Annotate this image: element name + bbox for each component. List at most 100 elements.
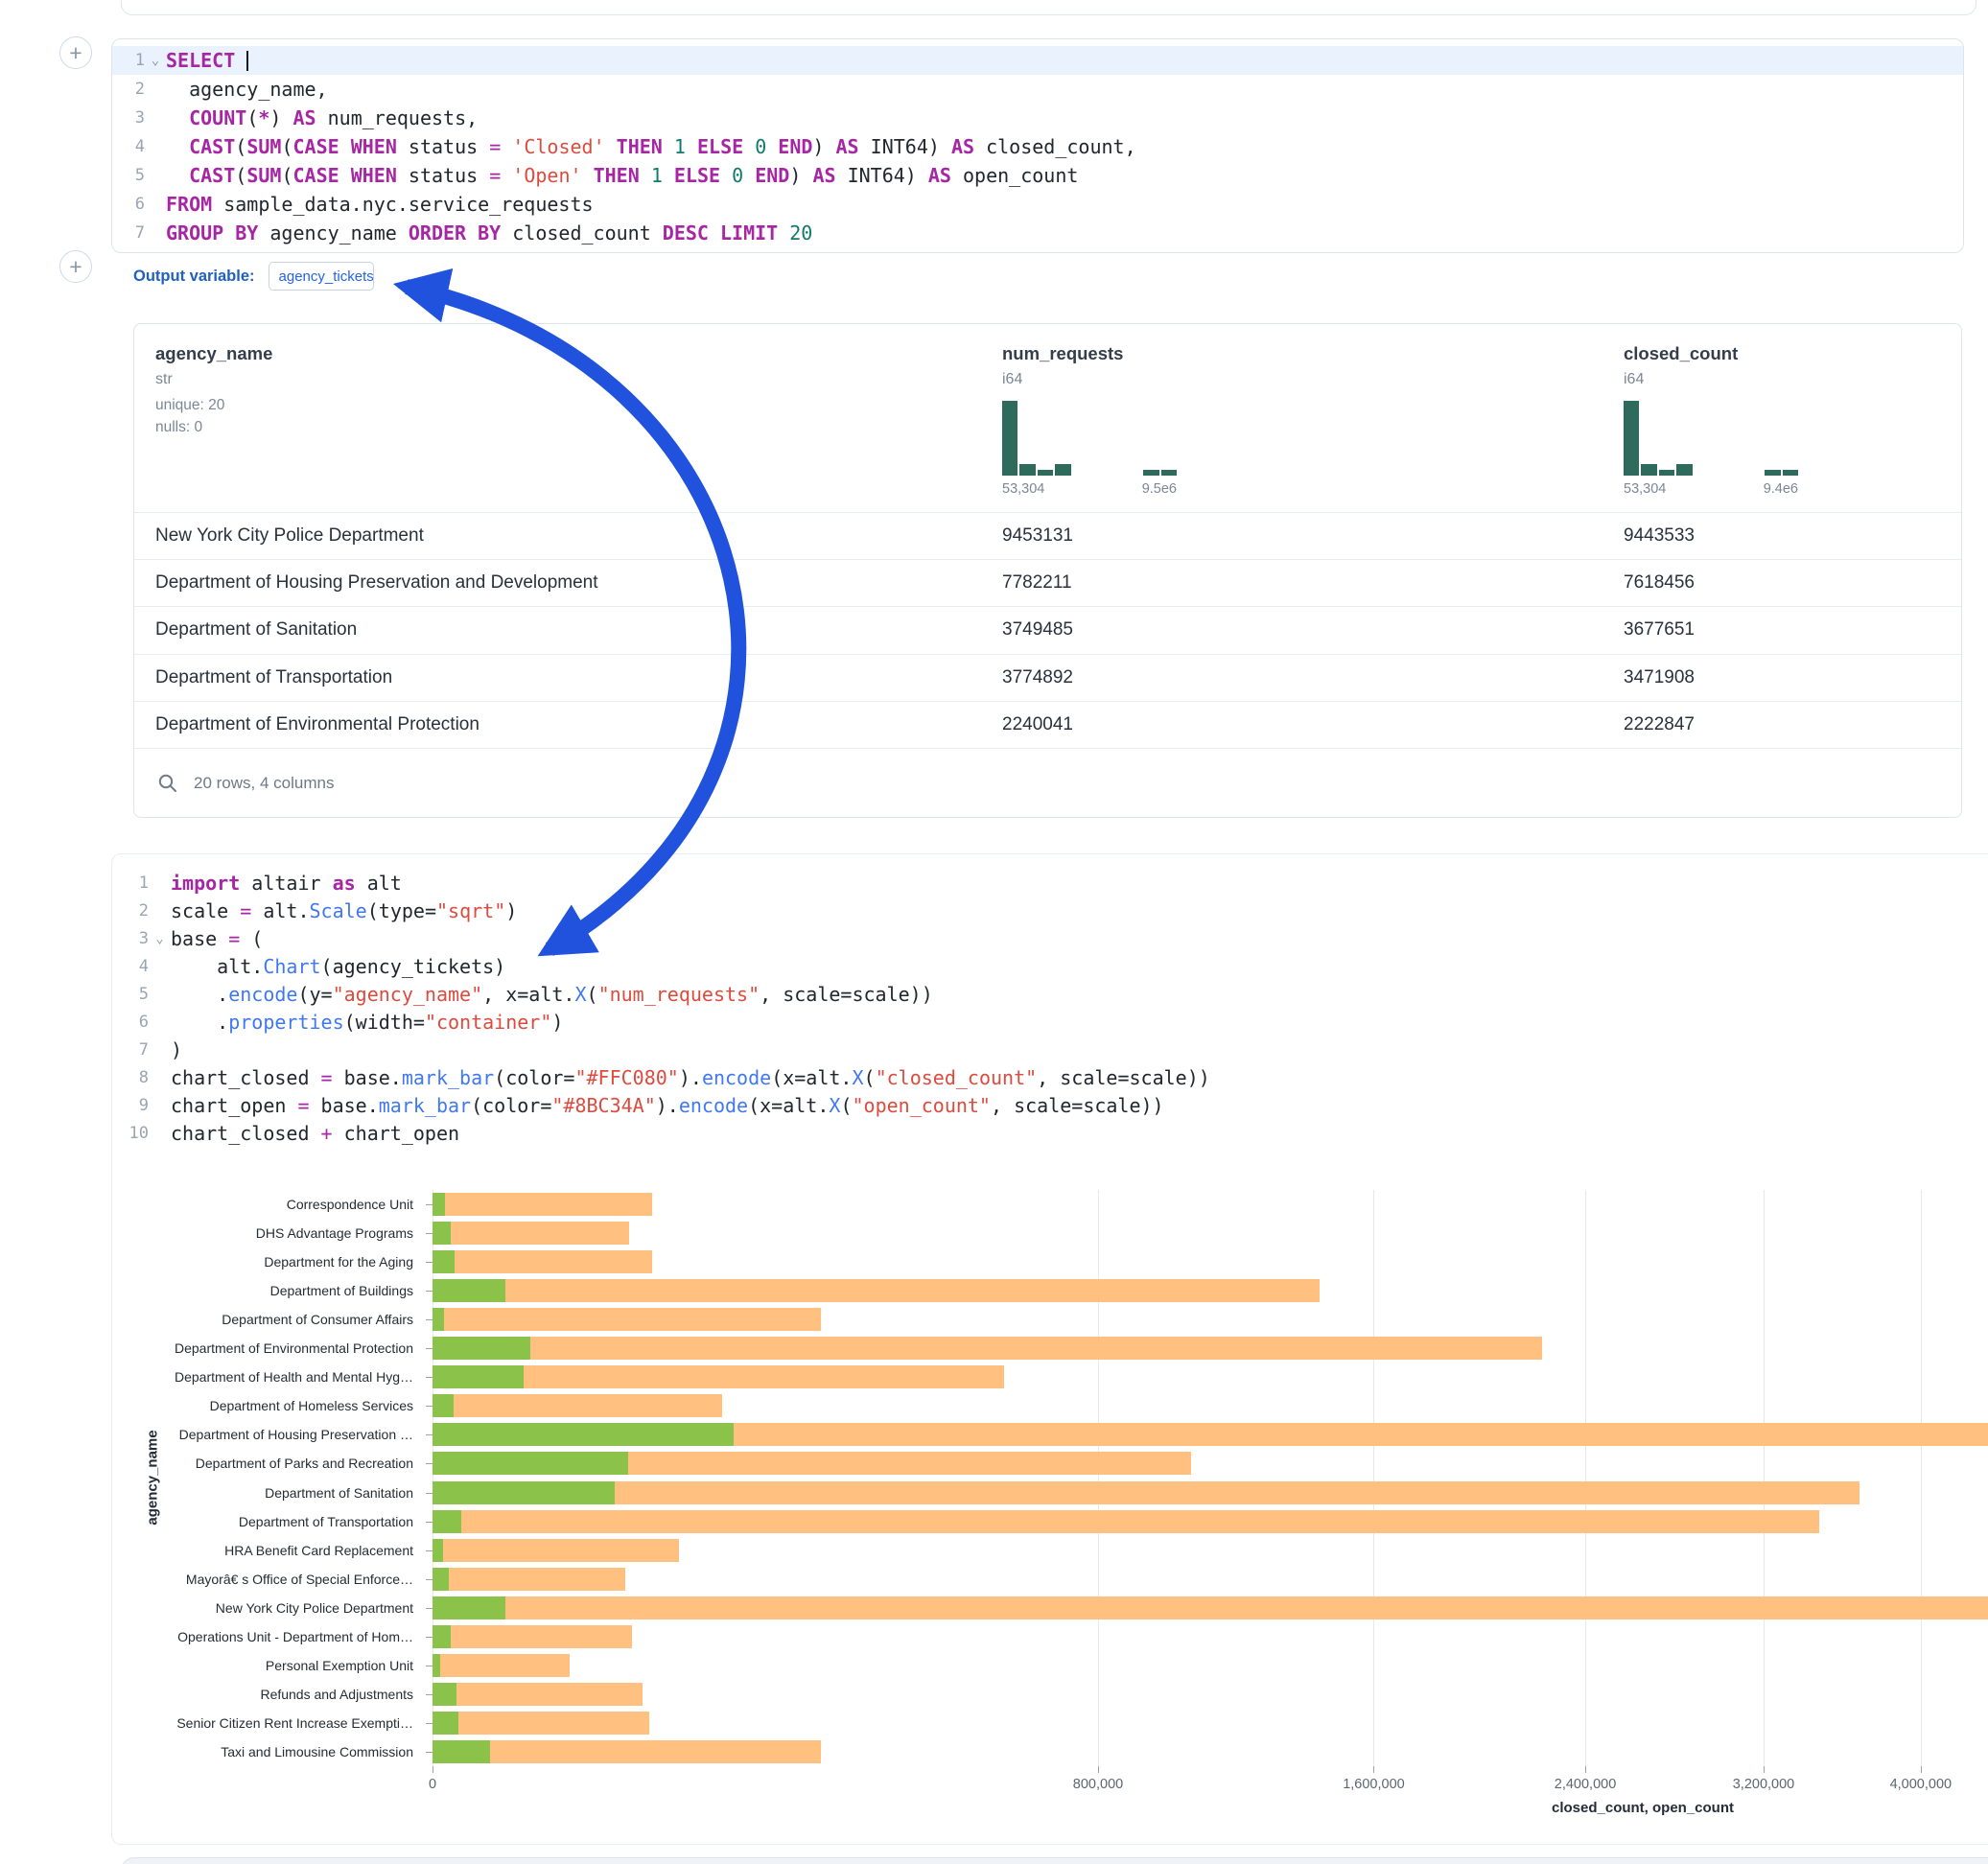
add-block-button[interactable]: + xyxy=(59,250,92,283)
y-axis-title: agency_name xyxy=(145,1430,161,1525)
column-header-num-requests[interactable]: num_requests i64 53,304 9.5e6 xyxy=(981,324,1602,512)
code-line[interactable]: 3⌄base = ( xyxy=(112,925,1988,953)
bar-open_count xyxy=(433,1740,490,1763)
bar-open_count xyxy=(433,1365,524,1388)
column-name: num_requests xyxy=(1002,343,1602,364)
bar-open_count xyxy=(433,1337,530,1360)
code-line[interactable]: 8chart_closed = base.mark_bar(color="#FF… xyxy=(112,1064,1988,1092)
cell-agency-name: Department of Sanitation xyxy=(134,619,981,641)
cell-agency-name: Department of Housing Preservation and D… xyxy=(134,572,981,594)
table-row[interactable]: Department of Housing Preservation and D… xyxy=(134,560,1961,607)
category-label: New York City Police Department xyxy=(112,1600,413,1616)
line-number: 5 xyxy=(112,161,145,190)
bar-closed_count xyxy=(433,1539,679,1562)
column-type: i64 xyxy=(1624,371,1961,388)
category-label: Senior Citizen Rent Increase Exempti… xyxy=(112,1715,413,1731)
code-line[interactable]: 6FROM sample_data.nyc.service_requests xyxy=(112,190,1963,219)
output-variable-input[interactable]: agency_tickets xyxy=(269,262,374,291)
search-icon[interactable] xyxy=(157,773,178,794)
code-text: scale = alt.Scale(type="sqrt") xyxy=(171,897,517,925)
line-number: 4 xyxy=(112,953,149,981)
code-line[interactable]: 1⌄SELECT xyxy=(112,46,1963,75)
code-line[interactable]: 5 .encode(y="agency_name", x=alt.X("num_… xyxy=(112,981,1988,1009)
y-axis-tick xyxy=(426,1493,433,1494)
add-block-button[interactable]: + xyxy=(59,36,92,69)
histogram-bar xyxy=(1641,464,1656,476)
cell-closed-count: 7618456 xyxy=(1602,572,1961,594)
line-number: 2 xyxy=(112,75,145,104)
python-code-editor[interactable]: 1import altair as alt2scale = alt.Scale(… xyxy=(112,870,1988,1148)
bar-closed_count xyxy=(433,1683,643,1706)
fold-chevron-icon[interactable]: ⌄ xyxy=(149,925,171,953)
results-table: agency_name str unique: 20 nulls: 0 num_… xyxy=(133,323,1962,818)
table-row[interactable]: Department of Environmental Protection22… xyxy=(134,702,1961,749)
y-axis-tick xyxy=(426,1579,433,1580)
cell-closed-count: 9443533 xyxy=(1602,525,1961,547)
table-row[interactable]: Department of Sanitation37494853677651 xyxy=(134,607,1961,654)
line-number: 6 xyxy=(112,190,145,219)
x-axis-tick-label: 800,000 xyxy=(1073,1777,1123,1792)
code-line[interactable]: 2 agency_name, xyxy=(112,75,1963,104)
python-cell: 1import altair as alt2scale = alt.Scale(… xyxy=(111,853,1988,1845)
code-line[interactable]: 3 COUNT(*) AS num_requests, xyxy=(112,104,1963,132)
column-name: agency_name xyxy=(155,343,981,364)
code-line[interactable]: 9 chart_open = base.mark_bar(color="#8BC3… xyxy=(112,1092,1988,1120)
table-row[interactable]: Department of Transportation377489234719… xyxy=(134,655,1961,702)
bar-closed_count xyxy=(433,1654,570,1677)
cell-closed-count: 2222847 xyxy=(1602,714,1961,735)
x-axis-title: closed_count, open_count xyxy=(1552,1800,1734,1816)
bar-open_count xyxy=(433,1712,458,1735)
text-cursor xyxy=(246,51,248,71)
code-text: agency_name, xyxy=(166,75,328,104)
bar-closed_count xyxy=(433,1279,1320,1302)
sql-code-editor[interactable]: 1⌄SELECT 2 agency_name,3 COUNT(*) AS num… xyxy=(112,46,1963,247)
histogram-bar xyxy=(1765,470,1780,476)
table-shape-text: 20 rows, 4 columns xyxy=(194,774,334,793)
chart-gridline xyxy=(1764,1190,1765,1766)
category-label: Department for the Aging xyxy=(112,1254,413,1270)
fold-chevron-icon[interactable]: ⌄ xyxy=(145,46,166,75)
y-axis-tick xyxy=(426,1406,433,1407)
table-body: New York City Police Department945313194… xyxy=(134,513,1961,749)
y-axis-tick xyxy=(426,1752,433,1753)
code-line[interactable]: 1import altair as alt xyxy=(112,870,1988,897)
category-label: Department of Transportation xyxy=(112,1514,413,1529)
output-variable-value: agency_tickets xyxy=(279,268,374,285)
bar-open_count xyxy=(433,1596,505,1619)
x-axis-tick xyxy=(1373,1766,1374,1773)
line-number: 9 xyxy=(112,1092,149,1120)
bar-closed_count xyxy=(433,1625,632,1648)
column-header-closed-count[interactable]: closed_count i64 53,304 9.4e6 xyxy=(1602,324,1961,512)
category-label: DHS Advantage Programs xyxy=(112,1225,413,1241)
bar-open_count xyxy=(433,1394,454,1417)
code-line[interactable]: 5 CAST(SUM(CASE WHEN status = 'Open' THE… xyxy=(112,161,1963,190)
code-line[interactable]: 2scale = alt.Scale(type="sqrt") xyxy=(112,897,1988,925)
table-row[interactable]: New York City Police Department945313194… xyxy=(134,513,1961,560)
histogram-bar xyxy=(1783,470,1798,476)
code-line[interactable]: 6 .properties(width="container") xyxy=(112,1009,1988,1037)
bar-open_count xyxy=(433,1222,451,1245)
column-type: str xyxy=(155,371,981,388)
code-line[interactable]: 4 CAST(SUM(CASE WHEN status = 'Closed' T… xyxy=(112,132,1963,161)
column-name: closed_count xyxy=(1624,343,1961,364)
cell-num-requests: 9453131 xyxy=(981,525,1602,547)
x-axis-tick-label: 2,400,000 xyxy=(1555,1777,1617,1792)
y-axis-tick xyxy=(426,1694,433,1695)
y-axis-tick xyxy=(426,1204,433,1205)
bar-open_count xyxy=(433,1308,444,1331)
category-label: Department of Parks and Recreation xyxy=(112,1456,413,1471)
code-text: chart_open = base.mark_bar(color="#8BC34… xyxy=(171,1092,1164,1120)
code-text: chart_closed = base.mark_bar(color="#FFC… xyxy=(171,1064,1210,1092)
column-header-agency-name[interactable]: agency_name str unique: 20 nulls: 0 xyxy=(134,324,981,512)
bar-open_count xyxy=(433,1654,440,1677)
code-line[interactable]: 7GROUP BY agency_name ORDER BY closed_co… xyxy=(112,219,1963,247)
bar-open_count xyxy=(433,1481,615,1504)
code-line[interactable]: 4 alt.Chart(agency_tickets) xyxy=(112,953,1988,981)
code-line[interactable]: 10chart_closed + chart_open xyxy=(112,1120,1988,1148)
category-label: Department of Consumer Affairs xyxy=(112,1312,413,1327)
bar-closed_count xyxy=(433,1222,629,1245)
bar-closed_count xyxy=(433,1365,1004,1388)
code-text: base = ( xyxy=(171,925,263,953)
code-line[interactable]: 7) xyxy=(112,1037,1988,1064)
histogram-bar xyxy=(1002,401,1017,476)
